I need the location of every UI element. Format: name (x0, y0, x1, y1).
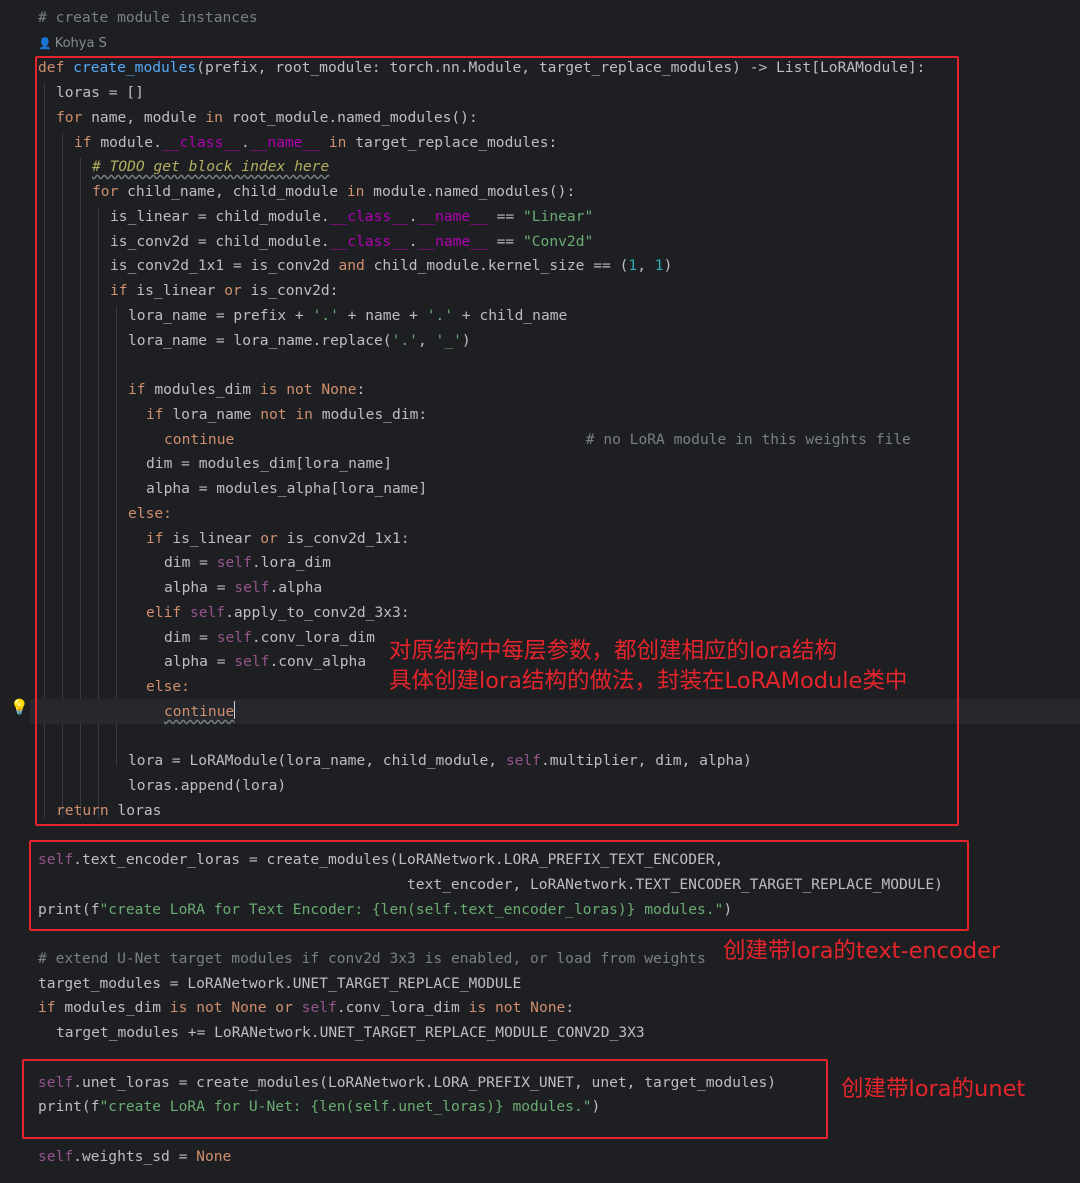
comment-text: # create module instances (38, 9, 258, 26)
code-line: # create module instances (38, 6, 258, 31)
code-text: target_modules += LoRANetwork.UNET_TARGE… (56, 1024, 645, 1041)
code-text: if modules_dim is not None or self.conv_… (38, 999, 575, 1016)
comment-text: # extend U-Net target modules if conv2d … (38, 950, 706, 967)
code-line: target_modules = LoRANetwork.UNET_TARGET… (38, 972, 521, 997)
code-line: self.weights_sd = None (38, 1145, 231, 1170)
author-name: Kohya S (54, 36, 107, 51)
code-line: # extend U-Net target modules if conv2d … (38, 947, 706, 972)
text-encoder-highlight-box (29, 840, 969, 931)
user-icon: 👤 (38, 37, 52, 50)
unet-note: 创建带lora的unet (841, 1076, 1026, 1102)
code-line: target_modules += LoRANetwork.UNET_TARGE… (56, 1021, 645, 1046)
create-modules-note-line1: 对原结构中每层参数，都创建相应的lora结构 (389, 638, 838, 664)
unet-highlight-box (22, 1059, 828, 1139)
code-line: if modules_dim is not None or self.conv_… (38, 996, 574, 1021)
text-encoder-note: 创建带lora的text-encoder (723, 938, 1001, 964)
create-modules-note-line2: 具体创建lora结构的做法，封装在LoRAModule类中 (389, 668, 908, 694)
code-text: self.weights_sd = None (38, 1148, 232, 1165)
code-text: target_modules = LoRANetwork.UNET_TARGET… (38, 975, 522, 992)
author-hint[interactable]: 👤 Kohya S (38, 34, 107, 54)
create-modules-highlight-box (35, 56, 959, 826)
